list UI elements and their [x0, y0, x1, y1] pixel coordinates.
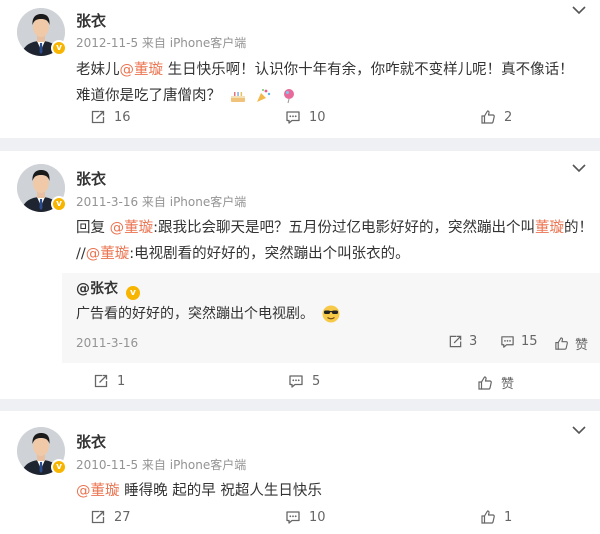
post-meta: 2011-3-16 来自 iPhone客户端	[76, 195, 247, 209]
author-name[interactable]: 张衣	[76, 10, 106, 31]
mention-link[interactable]: @董璇	[86, 246, 130, 262]
quoted-text-content: 广告看的好好的，突然蹦出个电视剧。	[76, 306, 314, 322]
post-text-segment: :跟我比会聊天是吧？五月份过亿电影好好的，突然蹦出个叫	[153, 220, 535, 236]
post-text: @董璇 睡得晚 起的早 祝超人生日快乐	[76, 478, 586, 504]
comment-button[interactable]: 5	[288, 373, 320, 389]
thumbs-up-icon	[477, 375, 493, 391]
sunglasses-face-icon	[322, 305, 340, 323]
post-actions: 16 10 2	[0, 109, 600, 133]
like-count: 1	[504, 509, 513, 525]
post-text-segment: 老妹儿	[76, 62, 120, 78]
post-actions: 1 5 赞	[0, 373, 600, 397]
verified-badge-icon: v	[51, 40, 67, 56]
post-meta: 2010-11-5 来自 iPhone客户端	[76, 458, 247, 472]
repost-count: 16	[114, 109, 131, 125]
repost-count: 3	[469, 334, 478, 349]
like-button[interactable]: 赞	[477, 373, 514, 392]
like-button[interactable]: 1	[480, 509, 512, 525]
quoted-post[interactable]: @张衣 v 广告看的好好的，突然蹦出个电视剧。 2011-3-16 3 15 赞	[62, 273, 600, 363]
like-count: 赞	[575, 338, 589, 353]
post-text: 老妹儿@董璇 生日快乐啊！认识你十年有余，你咋就不变样儿呢！真不像话！难道你是吃…	[76, 57, 586, 109]
author-name[interactable]: 张衣	[76, 431, 106, 452]
thumbs-up-icon	[480, 109, 496, 125]
post-card: v 张衣 2011-3-16 来自 iPhone客户端 回复 @董璇:跟我比会聊…	[0, 151, 600, 399]
repost-button[interactable]: 16	[90, 109, 131, 125]
mention-link[interactable]: @董璇	[110, 220, 154, 236]
post-text-segment: 回复	[76, 220, 110, 236]
repost-count: 1	[117, 373, 126, 389]
post-text-line: 回复 @董璇:跟我比会聊天是吧？五月份过亿电影好好的，突然蹦出个叫董璇的！	[76, 215, 593, 241]
repost-icon	[90, 109, 106, 125]
quoted-date: 2011-3-16	[76, 336, 139, 350]
post-text-segment: :电视剧看的好好的，突然蹦出个叫张衣的。	[129, 246, 410, 262]
comment-count: 10	[309, 509, 326, 525]
cake-icon	[230, 92, 245, 102]
post-actions: 27 10 1	[0, 509, 600, 533]
author-name[interactable]: 张衣	[76, 168, 106, 189]
repost-icon	[90, 509, 106, 525]
repost-button[interactable]: 27	[90, 509, 131, 525]
quoted-author-name[interactable]: @张衣	[76, 281, 118, 297]
repost-icon	[93, 373, 109, 389]
post-meta: 2012-11-5 来自 iPhone客户端	[76, 36, 247, 50]
post-text-segment: 的！	[564, 220, 593, 236]
repost-icon	[448, 334, 463, 349]
comment-count: 5	[312, 373, 321, 389]
quoted-repost-button[interactable]: 3	[448, 334, 477, 349]
like-button[interactable]: 2	[480, 109, 512, 125]
quoted-author[interactable]: @张衣 v	[76, 278, 140, 300]
party-popper-icon	[257, 89, 271, 102]
post-text: 回复 @董璇:跟我比会聊天是吧？五月份过亿电影好好的，突然蹦出个叫董璇的！ //…	[76, 215, 593, 267]
mention-link[interactable]: @董璇	[120, 62, 164, 78]
highlight-keyword: 董璇	[535, 220, 564, 236]
comment-button[interactable]: 10	[285, 509, 326, 525]
chevron-down-icon[interactable]	[570, 4, 588, 16]
verified-badge-icon: v	[125, 286, 140, 300]
post-text-line: //@董璇:电视剧看的好好的，突然蹦出个叫张衣的。	[76, 241, 586, 267]
comment-icon	[500, 334, 515, 349]
comment-count: 15	[521, 334, 538, 349]
mention-link[interactable]: @董璇	[76, 483, 120, 499]
post-card: v 张衣 2012-11-5 来自 iPhone客户端 老妹儿@董璇 生日快乐啊…	[0, 0, 600, 138]
post-text-segment: //	[76, 246, 86, 262]
thumbs-up-icon	[480, 509, 496, 525]
balloon-icon	[283, 89, 294, 104]
repost-button[interactable]: 1	[93, 373, 125, 389]
quoted-like-button[interactable]: 赞	[554, 334, 588, 353]
quoted-comment-button[interactable]: 15	[500, 334, 538, 349]
verified-badge-icon: v	[51, 196, 67, 212]
chevron-down-icon[interactable]	[570, 424, 588, 436]
quoted-text: 广告看的好好的，突然蹦出个电视剧。	[76, 303, 341, 324]
verified-badge-icon: v	[51, 459, 67, 475]
chevron-down-icon[interactable]	[570, 162, 588, 174]
comment-icon	[285, 109, 301, 125]
like-count: 2	[504, 109, 513, 125]
thumbs-up-icon	[554, 336, 569, 351]
post-text-segment: 睡得晚 起的早 祝超人生日快乐	[119, 483, 322, 499]
repost-count: 27	[114, 509, 131, 525]
post-card: v 张衣 2010-11-5 来自 iPhone客户端 @董璇 睡得晚 起的早 …	[0, 411, 600, 534]
comment-icon	[288, 373, 304, 389]
comment-icon	[285, 509, 301, 525]
comment-button[interactable]: 10	[285, 109, 326, 125]
comment-count: 10	[309, 109, 326, 125]
like-count: 赞	[501, 377, 515, 392]
